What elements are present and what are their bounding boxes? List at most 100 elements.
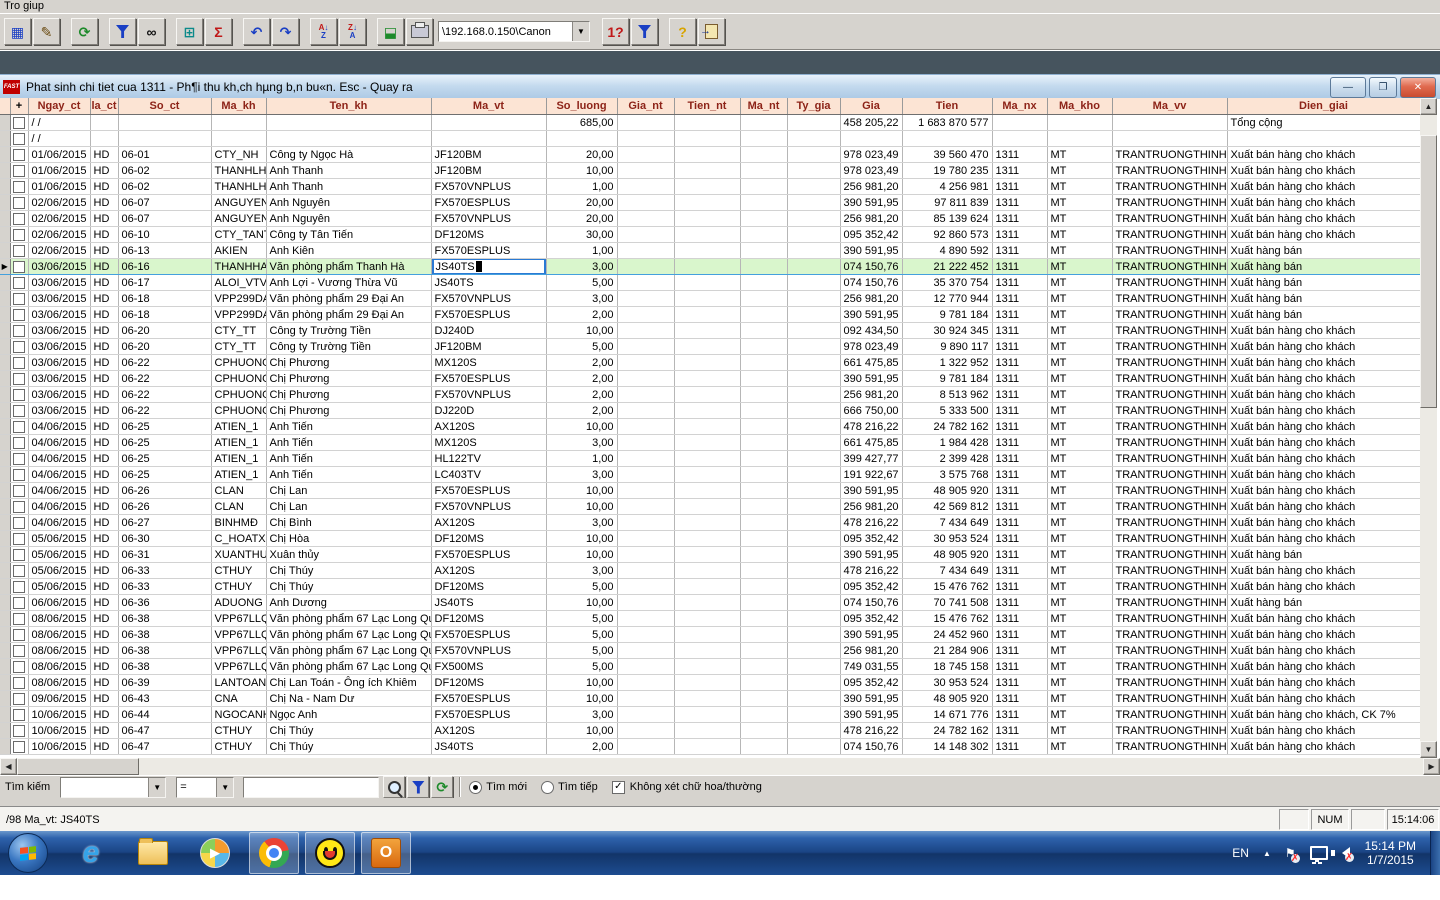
cell-so_ct[interactable]: 06-02 <box>118 163 211 179</box>
cell-so_luong[interactable]: 10,00 <box>546 531 617 547</box>
cell-so_luong[interactable]: 10,00 <box>546 547 617 563</box>
cell-ma_kh[interactable]: ATIEN_1 <box>211 467 266 483</box>
cell-gia[interactable]: 074 150,76 <box>840 259 902 275</box>
cell-ma_nx[interactable]: 1311 <box>992 675 1047 691</box>
cell-ma_vv[interactable]: TRANTRUONGTHINH <box>1112 675 1227 691</box>
cell-so_luong[interactable] <box>546 131 617 147</box>
cell-ty_gia[interactable] <box>787 499 840 515</box>
cell-gia_nt[interactable] <box>617 195 674 211</box>
cell-tien_nt[interactable] <box>674 355 740 371</box>
cell-tien[interactable]: 42 569 812 <box>902 499 992 515</box>
cell-ty_gia[interactable] <box>787 243 840 259</box>
sort-desc-button[interactable]: Z↓A <box>339 18 366 45</box>
cell-ma_kho[interactable] <box>1047 131 1112 147</box>
table-row[interactable]: 03/06/2015HD06-22CPHUONGChị PhươngMX120S… <box>0 355 1420 371</box>
row-checkbox-cell[interactable] <box>10 627 28 643</box>
cell-gia_nt[interactable] <box>617 275 674 291</box>
cell-gia_nt[interactable] <box>617 499 674 515</box>
cell-ma_nt[interactable] <box>740 275 787 291</box>
row-checkbox-cell[interactable] <box>10 723 28 739</box>
cell-tien_nt[interactable] <box>674 387 740 403</box>
cell-tien[interactable]: 24 782 162 <box>902 723 992 739</box>
language-indicator[interactable]: EN <box>1232 846 1249 860</box>
cell-tien[interactable]: 7 434 649 <box>902 563 992 579</box>
cell-tien_nt[interactable] <box>674 499 740 515</box>
row-checkbox-cell[interactable] <box>10 499 28 515</box>
cell-gia_nt[interactable] <box>617 387 674 403</box>
cell-so_ct[interactable]: 06-36 <box>118 595 211 611</box>
cell-ngay_ct[interactable]: 01/06/2015 <box>28 163 90 179</box>
cell-gia[interactable]: 256 981,20 <box>840 291 902 307</box>
vertical-scrollbar-thumb[interactable] <box>1420 135 1437 408</box>
cell-ma_nt[interactable] <box>740 179 787 195</box>
cell-ma_nx[interactable]: 1311 <box>992 739 1047 755</box>
cell-ma_vv[interactable]: TRANTRUONGTHINH <box>1112 403 1227 419</box>
table-row[interactable]: 01/06/2015HD06-02THANHLHFAnh ThanhJF120B… <box>0 163 1420 179</box>
cell-ma_kho[interactable]: MT <box>1047 339 1112 355</box>
cell-ngay_ct[interactable]: 02/06/2015 <box>28 211 90 227</box>
cell-so_ct[interactable]: 06-07 <box>118 211 211 227</box>
cell-ma_nt[interactable] <box>740 723 787 739</box>
exit-button[interactable] <box>698 18 725 45</box>
cell-gia_nt[interactable] <box>617 227 674 243</box>
cell-dien_giai[interactable]: Xuất bán hàng cho khách <box>1227 147 1420 163</box>
cell-ma_nx[interactable]: 1311 <box>992 307 1047 323</box>
cell-ma_kho[interactable]: MT <box>1047 403 1112 419</box>
cell-ma_vv[interactable]: TRANTRUONGTHINH <box>1112 275 1227 291</box>
cell-tien[interactable]: 24 452 960 <box>902 627 992 643</box>
cell-so_ct[interactable]: 06-27 <box>118 515 211 531</box>
cell-ma_kh[interactable]: VPP67LLQ <box>211 659 266 675</box>
cell-ma_nt[interactable] <box>740 467 787 483</box>
cell-ma_vv[interactable]: TRANTRUONGTHINH <box>1112 467 1227 483</box>
cell-gia[interactable] <box>840 131 902 147</box>
row-checkbox[interactable] <box>13 437 25 449</box>
cell-gia_nt[interactable] <box>617 707 674 723</box>
cell-ma_nt[interactable] <box>740 291 787 307</box>
cell-gia_nt[interactable] <box>617 115 674 131</box>
cell-tien_nt[interactable] <box>674 323 740 339</box>
cell-ma_nx[interactable]: 1311 <box>992 227 1047 243</box>
cell-dien_giai[interactable]: Xuất bán hàng cho khách <box>1227 339 1420 355</box>
cell-la_ct[interactable]: HD <box>90 723 118 739</box>
cell-ma_nx[interactable]: 1311 <box>992 259 1047 275</box>
cell-ma_vv[interactable]: TRANTRUONGTHINH <box>1112 339 1227 355</box>
row-checkbox-cell[interactable] <box>10 195 28 211</box>
cell-ten_kh[interactable]: Chị Phương <box>266 355 431 371</box>
cell-la_ct[interactable]: HD <box>90 451 118 467</box>
cell-ma_vt[interactable]: FX570VNPLUS <box>431 291 546 307</box>
cell-ma_kh[interactable]: XUANTHUY <box>211 547 266 563</box>
cell-dien_giai[interactable]: Xuất bán hàng cho khách <box>1227 563 1420 579</box>
cell-ma_kho[interactable]: MT <box>1047 499 1112 515</box>
cell-ma_kh[interactable]: CTY_TT <box>211 339 266 355</box>
row-checkbox[interactable] <box>13 629 25 641</box>
cell-tien_nt[interactable] <box>674 339 740 355</box>
cell-gia[interactable]: 478 216,22 <box>840 515 902 531</box>
cell-ty_gia[interactable] <box>787 211 840 227</box>
chevron-down-icon[interactable]: ▼ <box>572 22 589 41</box>
cell-ten_kh[interactable]: Công ty Ngọc Hà <box>266 147 431 163</box>
cell-ma_kho[interactable]: MT <box>1047 435 1112 451</box>
table-row[interactable]: 06/06/2015HD06-36ADUONGAnh DươngJS40TS10… <box>0 595 1420 611</box>
cell-ngay_ct[interactable]: 10/06/2015 <box>28 723 90 739</box>
cell-ma_nx[interactable]: 1311 <box>992 707 1047 723</box>
cell-ma_nx[interactable]: 1311 <box>992 547 1047 563</box>
chevron-down-icon[interactable]: ▼ <box>148 778 165 797</box>
cell-tien_nt[interactable] <box>674 707 740 723</box>
cell-ngay_ct[interactable]: 08/06/2015 <box>28 659 90 675</box>
cell-la_ct[interactable]: HD <box>90 227 118 243</box>
row-checkbox[interactable] <box>13 325 25 337</box>
cell-la_ct[interactable]: HD <box>90 147 118 163</box>
cell-so_ct[interactable]: 06-13 <box>118 243 211 259</box>
cell-ma_nt[interactable] <box>740 499 787 515</box>
cell-ten_kh[interactable]: Văn phòng phẩm 67 Lạc Long Qu <box>266 659 431 675</box>
cell-ma_kho[interactable]: MT <box>1047 195 1112 211</box>
cell-la_ct[interactable]: HD <box>90 515 118 531</box>
cell-tien_nt[interactable] <box>674 675 740 691</box>
cell-so_luong[interactable]: 5,00 <box>546 643 617 659</box>
cell-ngay_ct[interactable]: 06/06/2015 <box>28 595 90 611</box>
cell-so_luong[interactable]: 3,00 <box>546 291 617 307</box>
cell-ma_nt[interactable] <box>740 227 787 243</box>
cell-so_ct[interactable]: 06-22 <box>118 387 211 403</box>
cell-la_ct[interactable]: HD <box>90 291 118 307</box>
cell-ngay_ct[interactable]: 04/06/2015 <box>28 515 90 531</box>
